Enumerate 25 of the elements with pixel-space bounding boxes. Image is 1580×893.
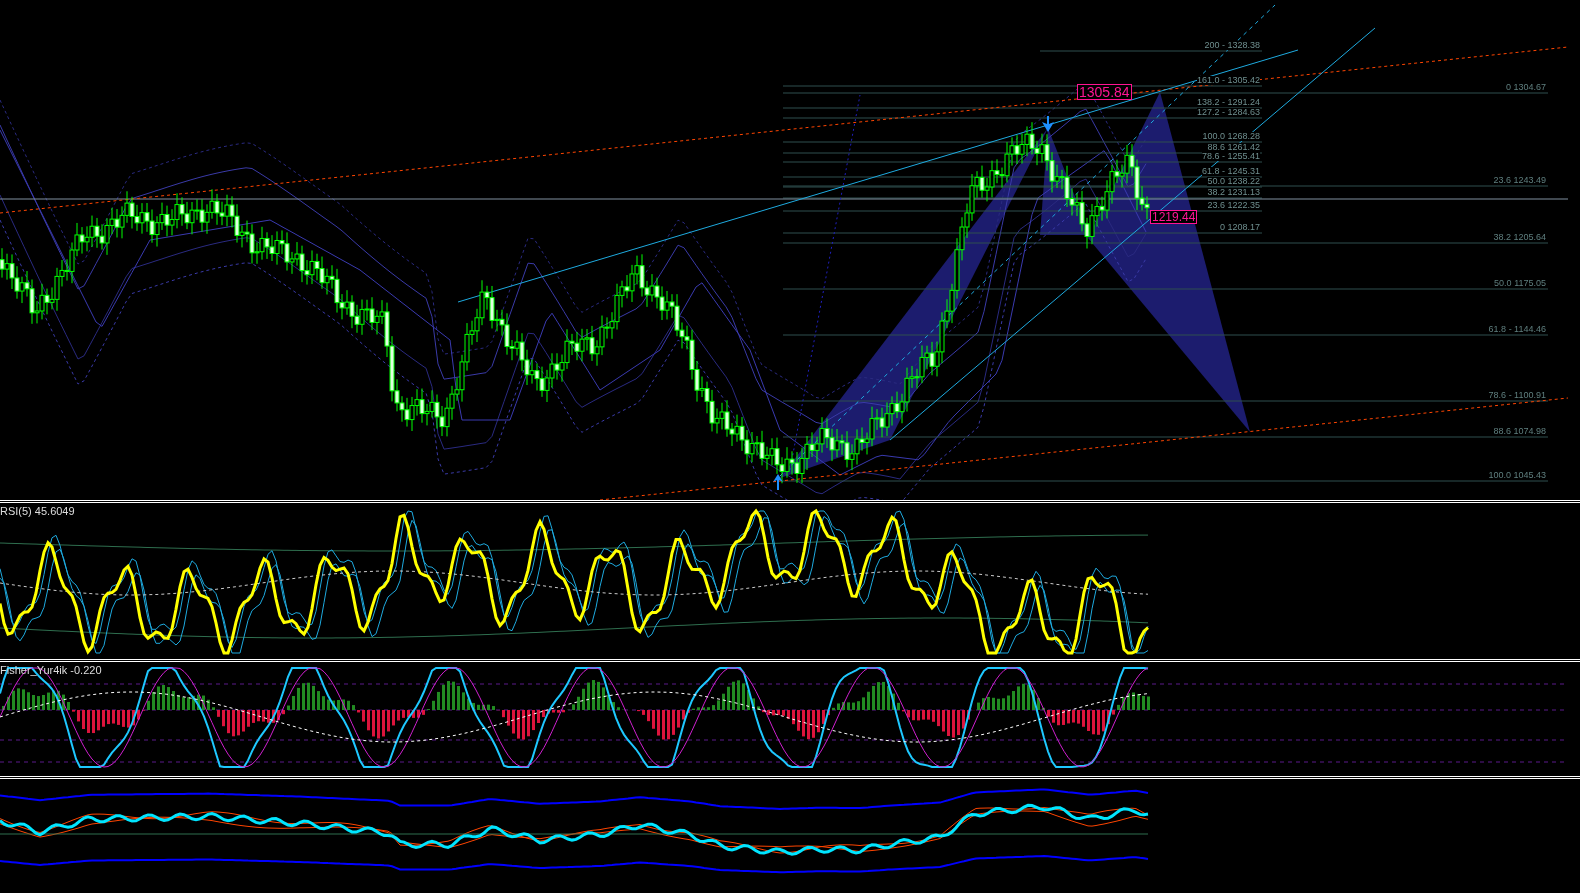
fib-level-label: 0 1304.67 xyxy=(1505,83,1546,92)
price-label: 1305.84 xyxy=(1077,84,1132,100)
price-label: 1219.44 xyxy=(1150,210,1198,224)
indicator-label: RSI(5) 45.6049 xyxy=(0,506,75,517)
fib-level-label: 161.0 - 1305.42 xyxy=(1196,76,1260,85)
fib-level-label: 50.0 1175.05 xyxy=(1494,279,1546,288)
fib-level-label: 38.2 1205.64 xyxy=(1493,233,1546,242)
fib-level-label: 50.0 1238.22 xyxy=(1207,177,1260,186)
fib-level-label: 61.8 - 1245.31 xyxy=(1201,167,1260,176)
fib-level-label: 23.6 1222.35 xyxy=(1207,201,1260,210)
fib-level-label: 88.6 1074.98 xyxy=(1493,427,1546,436)
fib-level-label: 100.0 1268.28 xyxy=(1202,132,1260,141)
fib-level-label: 0 1208.17 xyxy=(1219,223,1260,232)
fib-level-label: 138.2 - 1291.24 xyxy=(1196,98,1260,107)
fib-level-label: 127.2 - 1284.63 xyxy=(1196,108,1260,117)
fib-level-label: 88.6 1261.42 xyxy=(1207,143,1260,152)
fib-level-label: 38.2 1231.13 xyxy=(1207,188,1260,197)
arrow-up-icon xyxy=(773,474,783,490)
arrow-down-icon xyxy=(1042,116,1054,132)
fib-level-label: 100.0 1045.43 xyxy=(1488,471,1546,480)
fib-level-label: 23.6 1243.49 xyxy=(1493,176,1546,185)
fib-level-label: 78.6 - 1100.91 xyxy=(1488,391,1546,400)
fib-level-label: 78.6 - 1255.41 xyxy=(1201,152,1260,161)
fib-level-label: 61.8 - 1144.46 xyxy=(1488,325,1546,334)
fib-level-label: 200 - 1328.38 xyxy=(1204,41,1260,50)
